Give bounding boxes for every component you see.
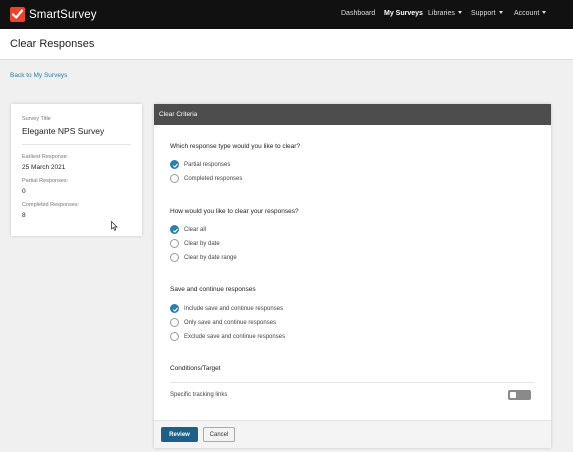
nav-support[interactable]: Support [471, 10, 503, 17]
nav-libraries[interactable]: Libraries [428, 10, 462, 17]
panel-header: Clear Criteria [154, 104, 551, 125]
mouse-cursor-icon [111, 221, 118, 231]
radio-completed-responses[interactable]: Completed responses [170, 174, 242, 183]
question-clear-method: How would you like to clear your respons… [170, 208, 299, 215]
cancel-button[interactable]: Cancel [203, 427, 235, 442]
toggle-knob [510, 392, 516, 398]
radio-only-save-continue[interactable]: Only save and continue responses [170, 318, 276, 327]
tracking-links-label: Specific tracking links [170, 392, 228, 398]
chevron-down-icon [457, 11, 462, 14]
survey-summary-card: Survey Title Elegante NPS Survey Earlies… [11, 104, 142, 236]
divider [170, 382, 535, 383]
nav-account-label: Account [514, 10, 540, 17]
earliest-response-value: 25 March 2021 [22, 164, 66, 171]
option-label: Only save and continue responses [184, 319, 277, 326]
option-label: Exclude save and continue responses [184, 333, 286, 340]
radio-unchecked-icon[interactable] [170, 253, 179, 262]
survey-title: Elegante NPS Survey [22, 126, 105, 136]
partial-responses-value: 0 [22, 188, 26, 195]
option-label: Partial responses [184, 161, 231, 168]
radio-checked-icon[interactable] [170, 160, 179, 169]
option-label: Clear all [184, 226, 207, 233]
option-label: Completed responses [184, 175, 243, 182]
nav-dashboard[interactable]: Dashboard [341, 10, 375, 17]
page-title: Clear Responses [10, 38, 95, 50]
earliest-response-label: Earliest Response: [22, 154, 69, 160]
brand-logo[interactable]: SmartSurvey [10, 7, 97, 22]
radio-include-save-continue[interactable]: Include save and continue responses [170, 304, 283, 313]
completed-responses-label: Completed Responses: [22, 202, 80, 208]
radio-clear-by-date[interactable]: Clear by date [170, 239, 220, 248]
nav-account[interactable]: Account [514, 10, 547, 17]
radio-unchecked-icon[interactable] [170, 318, 179, 327]
question-response-type: Which response type would you like to cl… [170, 143, 301, 150]
divider [22, 144, 131, 145]
top-navbar: SmartSurvey Dashboard My Surveys Librari… [0, 0, 573, 29]
tracking-links-toggle[interactable] [508, 390, 531, 400]
nav-libraries-label: Libraries [428, 10, 455, 17]
radio-unchecked-icon[interactable] [170, 239, 179, 248]
brand-name: SmartSurvey [29, 8, 97, 21]
radio-clear-all[interactable]: Clear all [170, 225, 206, 234]
chevron-down-icon [498, 11, 503, 14]
nav-my-surveys[interactable]: My Surveys [384, 10, 423, 17]
partial-responses-label: Partial Responses: [22, 178, 69, 184]
completed-responses-value: 8 [22, 212, 26, 219]
radio-checked-icon[interactable] [170, 304, 179, 313]
chevron-down-icon [542, 11, 547, 14]
back-to-my-surveys-link[interactable]: Back to My Surveys [10, 72, 67, 79]
survey-title-label: Survey Title [22, 116, 51, 122]
option-label: Clear by date [184, 240, 220, 247]
radio-unchecked-icon[interactable] [170, 332, 179, 341]
radio-clear-by-date-range[interactable]: Clear by date range [170, 253, 237, 262]
radio-exclude-save-continue[interactable]: Exclude save and continue responses [170, 332, 285, 341]
radio-partial-responses[interactable]: Partial responses [170, 160, 230, 169]
question-save-continue: Save and continue responses [170, 286, 256, 293]
clear-criteria-panel: Clear Criteria Which response type would… [154, 104, 551, 448]
option-label: Include save and continue responses [184, 305, 284, 312]
radio-unchecked-icon[interactable] [170, 174, 179, 183]
panel-header-title: Clear Criteria [159, 111, 198, 118]
checkmark-logo-icon [10, 7, 25, 22]
review-button[interactable]: Review [161, 427, 198, 442]
conditions-heading: Conditions/Target [170, 365, 221, 372]
option-label: Clear by date range [184, 254, 237, 261]
panel-footer: Review Cancel [154, 420, 551, 448]
radio-checked-icon[interactable] [170, 225, 179, 234]
nav-support-label: Support [471, 10, 496, 17]
